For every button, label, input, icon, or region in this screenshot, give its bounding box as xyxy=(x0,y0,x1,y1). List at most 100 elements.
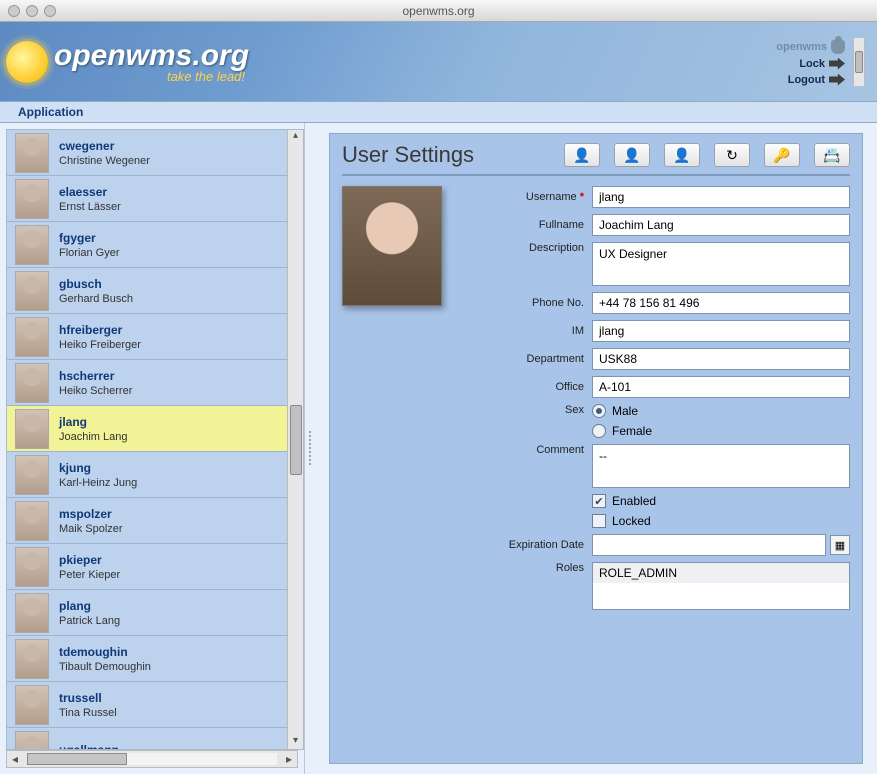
scroll-up-icon[interactable]: ▴ xyxy=(289,130,303,144)
male-label: Male xyxy=(612,404,638,418)
brand-tagline: take the lead! xyxy=(54,69,249,84)
user-form: Username * Fullname Description UX Desig… xyxy=(462,186,850,610)
window-title: openwms.org xyxy=(0,4,877,18)
avatar xyxy=(15,271,49,311)
user-list-item[interactable]: elaesserErnst Lässer xyxy=(7,176,287,222)
required-icon: * xyxy=(580,191,584,203)
current-user-link[interactable]: openwms xyxy=(776,40,845,54)
sidebar: cwegenerChristine WegenerelaesserErnst L… xyxy=(0,123,305,774)
list-fullname: Heiko Scherrer xyxy=(59,385,132,397)
remove-user-button[interactable]: 👤 xyxy=(614,143,650,167)
locked-checkbox[interactable]: Locked xyxy=(592,514,651,528)
office-input[interactable] xyxy=(592,376,850,398)
current-user-label: openwms xyxy=(776,41,827,53)
list-fullname: Gerhard Busch xyxy=(59,293,133,305)
im-input[interactable] xyxy=(592,320,850,342)
list-fullname: Karl-Heinz Jung xyxy=(59,477,137,489)
logout-link[interactable]: Logout xyxy=(788,74,845,86)
avatar xyxy=(15,501,49,541)
lock-link[interactable]: Lock xyxy=(799,58,845,70)
avatar xyxy=(15,409,49,449)
user-list-item[interactable]: ugallmann xyxy=(7,728,287,750)
roles-list[interactable]: ROLE_ADMIN xyxy=(592,562,850,610)
label-comment: Comment xyxy=(462,444,584,456)
user-list-item[interactable]: pkieperPeter Kieper xyxy=(7,544,287,590)
list-fullname: Christine Wegener xyxy=(59,155,150,167)
list-username: hscherrer xyxy=(59,369,132,383)
user-list-item[interactable]: mspolzer Maik Spolzer xyxy=(7,498,287,544)
comment-input[interactable]: -- xyxy=(592,444,850,488)
hscroll-thumb[interactable] xyxy=(27,753,127,765)
radio-icon xyxy=(592,404,606,418)
user-list-item[interactable]: tdemoughinTibault Demoughin xyxy=(7,636,287,682)
list-username: fgyger xyxy=(59,231,120,245)
enabled-label: Enabled xyxy=(612,494,656,508)
expiration-input[interactable] xyxy=(592,534,826,556)
username-input[interactable] xyxy=(592,186,850,208)
app-banner: openwms.org take the lead! openwms Lock … xyxy=(0,22,877,101)
avatar xyxy=(15,731,49,751)
banner-scrollbar[interactable] xyxy=(853,38,865,86)
label-expiration: Expiration Date xyxy=(462,539,584,551)
list-username: gbusch xyxy=(59,277,133,291)
scroll-right-icon[interactable]: ▸ xyxy=(281,752,297,766)
user-list-item[interactable]: jlangJoachim Lang xyxy=(7,406,287,452)
user-list-item[interactable]: fgyger Florian Gyer xyxy=(7,222,287,268)
user-list-item[interactable]: hfreibergerHeiko Freiberger xyxy=(7,314,287,360)
calendar-icon[interactable]: ▦ xyxy=(830,535,850,555)
phone-input[interactable] xyxy=(592,292,850,314)
list-fullname: Joachim Lang xyxy=(59,431,128,443)
user-list: cwegenerChristine WegenerelaesserErnst L… xyxy=(6,129,304,750)
role-item[interactable]: ROLE_ADMIN xyxy=(593,563,849,583)
user-list-item[interactable]: trussell Tina Russel xyxy=(7,682,287,728)
avatar xyxy=(15,363,49,403)
list-username: mspolzer xyxy=(59,507,123,521)
avatar xyxy=(15,639,49,679)
window-minimize-button[interactable] xyxy=(26,5,38,17)
locked-label: Locked xyxy=(612,514,651,528)
user-list-item[interactable]: cwegenerChristine Wegener xyxy=(7,130,287,176)
avatar xyxy=(15,179,49,219)
window-zoom-button[interactable] xyxy=(44,5,56,17)
delete-user-button[interactable]: 👤 xyxy=(664,143,700,167)
main: User Settings 👤 👤 👤 ↻ 🔑 📇 Username * xyxy=(315,123,877,774)
add-user-button[interactable]: 👤 xyxy=(564,143,600,167)
list-username: trussell xyxy=(59,691,117,705)
arrow-right-icon xyxy=(829,58,845,70)
scroll-down-icon[interactable]: ▾ xyxy=(289,735,303,749)
menu-application[interactable]: Application xyxy=(18,105,83,119)
avatar xyxy=(15,317,49,357)
toolbar: 👤 👤 👤 ↻ 🔑 📇 xyxy=(564,143,850,167)
sex-male-radio[interactable]: Male xyxy=(592,404,652,418)
sidebar-hscrollbar[interactable]: ◂ ▸ xyxy=(6,750,298,768)
label-roles: Roles xyxy=(462,562,584,574)
enabled-checkbox[interactable]: ✔ Enabled xyxy=(592,494,656,508)
user-list-item[interactable]: gbusch Gerhard Busch xyxy=(7,268,287,314)
department-input[interactable] xyxy=(592,348,850,370)
label-department: Department xyxy=(462,353,584,365)
list-fullname: Ernst Lässer xyxy=(59,201,121,213)
user-preferences-button[interactable]: 📇 xyxy=(814,143,850,167)
refresh-button[interactable]: ↻ xyxy=(714,143,750,167)
scroll-left-icon[interactable]: ◂ xyxy=(7,752,23,766)
label-username: Username xyxy=(526,191,577,203)
female-label: Female xyxy=(612,424,652,438)
user-list-item[interactable]: kjungKarl-Heinz Jung xyxy=(7,452,287,498)
splitter[interactable] xyxy=(305,123,315,774)
window-close-button[interactable] xyxy=(8,5,20,17)
sex-female-radio[interactable]: Female xyxy=(592,424,652,438)
scroll-thumb[interactable] xyxy=(290,405,302,475)
logo-sun-icon xyxy=(6,41,48,83)
workspace: cwegenerChristine WegenerelaesserErnst L… xyxy=(0,123,877,774)
change-password-button[interactable]: 🔑 xyxy=(764,143,800,167)
label-im: IM xyxy=(462,325,584,337)
list-fullname: Florian Gyer xyxy=(59,247,120,259)
list-fullname: Tina Russel xyxy=(59,707,117,719)
description-input[interactable]: UX Designer xyxy=(592,242,850,286)
user-list-item[interactable]: plangPatrick Lang xyxy=(7,590,287,636)
user-list-scrollbar[interactable]: ▴ ▾ xyxy=(287,130,303,749)
list-fullname: Maik Spolzer xyxy=(59,523,123,535)
user-list-item[interactable]: hscherrer Heiko Scherrer xyxy=(7,360,287,406)
list-username: plang xyxy=(59,599,120,613)
fullname-input[interactable] xyxy=(592,214,850,236)
